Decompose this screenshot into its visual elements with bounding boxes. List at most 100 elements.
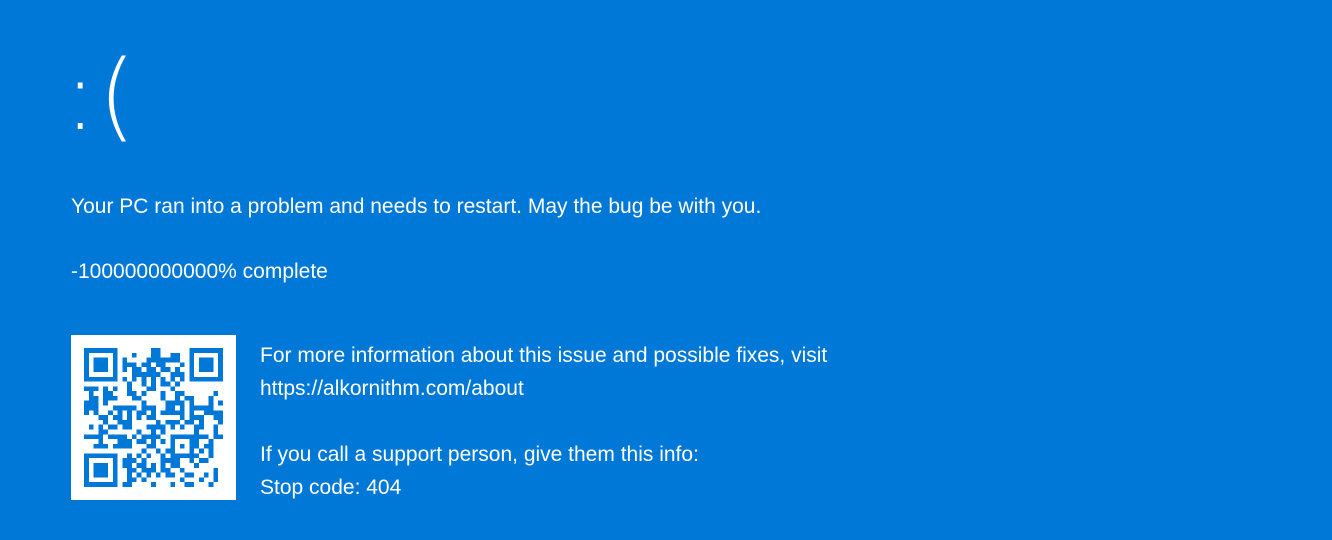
qr-module [203,367,209,372]
qr-module [203,348,209,353]
qr-module [112,443,118,449]
qr-module [84,357,89,363]
qr-module [203,472,209,478]
qr-module [151,443,156,449]
qr-module [213,410,219,416]
qr-module [213,424,219,430]
qr-module [127,443,132,449]
qr-module [199,424,204,430]
qr-module [103,391,108,396]
qr-module [218,400,223,406]
qr-module [93,367,99,372]
qr-module [189,439,195,444]
qr-module [151,381,156,387]
qr-module [93,362,99,368]
qr-module [112,458,118,464]
qr-module [213,477,219,483]
qr-module [175,453,180,459]
qr-module [141,400,147,406]
qr-module [103,415,108,420]
qr-module [141,391,147,396]
qr-module [146,467,152,473]
qr-module [84,352,89,358]
qr-module [84,477,89,483]
qr-module [103,453,108,459]
qr-module [131,467,137,473]
qr-module [213,429,219,435]
qr-module [151,386,156,392]
qr-module [203,362,209,368]
qr-module [112,467,118,473]
qr-module [84,458,89,464]
qr-module [103,472,108,478]
qr-module [136,371,142,377]
qr-module [107,424,113,430]
qr-module [160,391,166,396]
qr-module [98,348,104,353]
qr-module [179,443,185,449]
qr-module [98,367,104,372]
qr-module [165,410,171,416]
qr-module [112,453,118,459]
qr-module [112,352,118,358]
bsod-screen: :( Your PC ran into a problem and needs … [0,0,1332,540]
qr-module [131,367,137,372]
stop-code-text: Stop code: 404 [260,476,402,499]
qr-module [208,405,214,411]
qr-module [194,429,200,435]
qr-module [203,357,209,363]
qr-module [107,376,113,382]
qr-module [131,352,137,358]
info-url-link[interactable]: https://alkornithm.com/about [260,372,827,405]
qr-module [141,362,147,368]
qr-module [155,448,161,454]
qr-module [84,472,89,478]
qr-module [160,453,166,459]
qr-module [98,434,104,440]
qr-module [127,410,132,416]
qr-module [98,453,104,459]
qr-module [189,415,195,420]
qr-module [127,477,132,483]
qr-module [93,443,99,449]
qr-module [175,357,180,363]
qr-module [218,376,223,382]
qr-module [170,434,176,440]
qr-module [208,400,214,406]
qr-module [103,386,108,392]
qr-module [170,400,176,406]
error-headline: Your PC ran into a problem and needs to … [71,195,762,218]
qr-module [136,367,142,372]
qr-module [93,395,99,401]
qr-module [103,429,108,435]
qr-module [194,463,200,468]
qr-module [127,391,132,396]
qr-module [136,463,142,468]
qr-module [189,453,195,459]
qr-module [98,362,104,368]
qr-module [146,371,152,377]
qr-module [93,400,99,406]
qr-module [136,429,142,435]
qr-module [112,362,118,368]
qr-module [151,439,156,444]
qr-module [136,395,142,401]
qr-module [93,357,99,363]
qr-module [98,424,104,430]
qr-module [84,376,89,382]
qr-module [199,405,204,411]
qr-module [170,376,176,382]
qr-module [194,453,200,459]
qr-module [98,482,104,487]
qr-module [175,419,180,425]
qr-module [93,463,99,468]
qr-module [170,357,176,363]
qr-module [151,463,156,468]
qr-module [84,482,89,487]
qr-module [141,410,147,416]
qr-module [194,405,200,411]
qr-module [127,458,132,464]
qr-module [160,395,166,401]
qr-module [103,395,108,401]
qr-module [160,357,166,363]
